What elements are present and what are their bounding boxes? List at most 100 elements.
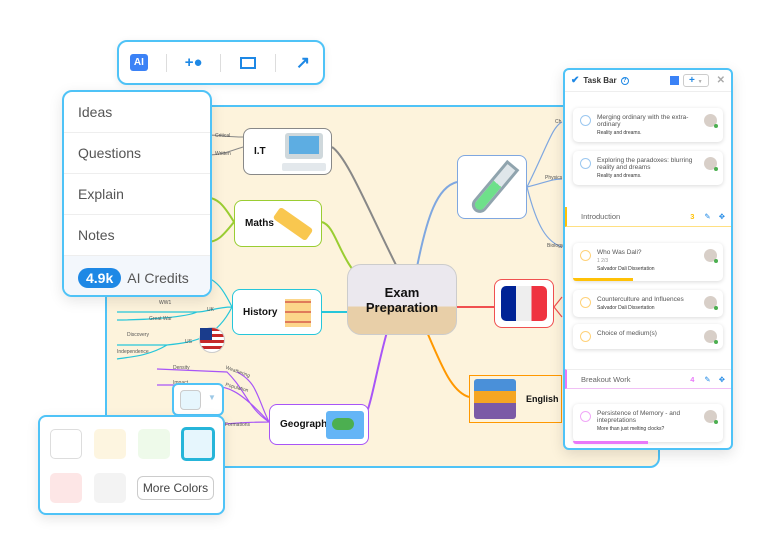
task-check-icon[interactable] xyxy=(580,158,591,169)
avatar xyxy=(704,157,718,171)
edit-icon[interactable]: ✎ xyxy=(704,375,710,384)
section-count: 4 xyxy=(690,374,695,384)
branch-label: WW1 xyxy=(159,300,172,306)
color-dropdown[interactable]: ▼ xyxy=(172,383,224,416)
help-icon[interactable]: ? xyxy=(620,76,629,85)
section-breakout-work[interactable]: Breakout Work 4 ✎ ✥ xyxy=(565,369,731,389)
chevron-down-icon: ▼ xyxy=(208,393,216,402)
color-swatch-pink[interactable] xyxy=(50,473,82,503)
task-card[interactable]: Who Was Dali? 1 2/3 Salvador Dali Disserta… xyxy=(573,243,723,281)
more-colors-button[interactable]: More Colors xyxy=(137,476,214,500)
node-history[interactable]: History xyxy=(232,289,322,335)
node-label: English xyxy=(526,394,559,404)
central-topic[interactable]: Exam Preparation xyxy=(347,264,457,335)
france-flag-icon xyxy=(501,286,547,321)
color-swatch-cream[interactable] xyxy=(94,429,126,459)
branch-label: Ch xyxy=(555,119,562,125)
color-palette: More Colors xyxy=(38,415,225,515)
avatar xyxy=(704,296,718,310)
task-card[interactable]: Choice of medium(s) xyxy=(573,324,723,349)
task-title: Counterculture and Influences xyxy=(597,296,684,303)
color-swatch-white[interactable] xyxy=(50,429,82,459)
node-it[interactable]: I.T xyxy=(243,128,332,175)
node-label: I.T xyxy=(254,146,266,157)
divider xyxy=(220,53,222,72)
node-geography[interactable]: Geography xyxy=(269,404,369,445)
ai-menu: Ideas Questions Explain Notes 4.9k AI Cr… xyxy=(62,90,212,297)
task-card[interactable]: Persistence of Memory - and intepretatio… xyxy=(573,404,723,442)
progress-bar xyxy=(573,441,648,444)
avatar xyxy=(704,410,718,424)
node-science[interactable] xyxy=(457,155,527,219)
task-meta: 1 2/3 xyxy=(597,258,609,264)
progress-bar xyxy=(573,278,633,281)
node-label: History xyxy=(243,306,278,318)
node-french[interactable] xyxy=(494,279,554,328)
task-check-icon[interactable] xyxy=(580,411,591,422)
branch-label: US xyxy=(185,339,192,345)
ai-button[interactable]: AI xyxy=(126,50,152,76)
task-subtitle: Reality and dreams. xyxy=(597,130,642,136)
menu-item-notes[interactable]: Notes xyxy=(64,215,210,256)
task-check-icon[interactable] xyxy=(580,115,591,126)
menu-item-ideas[interactable]: Ideas xyxy=(64,92,210,133)
presentation-icon xyxy=(240,56,257,69)
branch-label: UK xyxy=(207,307,214,313)
task-title: Exploring the paradoxes: blurring realit… xyxy=(597,157,693,171)
map-icon xyxy=(326,411,364,439)
menu-item-explain[interactable]: Explain xyxy=(64,174,210,215)
divider xyxy=(275,53,277,72)
task-title: Merging ordinary with the extra-ordinary xyxy=(597,114,689,128)
ai-icon: AI xyxy=(129,54,148,71)
task-check-icon[interactable] xyxy=(580,250,591,261)
central-topic-label: Exam Preparation xyxy=(365,284,439,315)
add-button[interactable]: + ▼ xyxy=(683,74,709,87)
qr-icon[interactable] xyxy=(670,76,680,85)
color-swatch-green[interactable] xyxy=(138,429,170,459)
edit-icon[interactable]: ✎ xyxy=(704,212,710,221)
task-card[interactable]: Merging ordinary with the extra-ordinary… xyxy=(573,108,723,142)
branch-label: Physics xyxy=(545,175,563,181)
books-icon xyxy=(474,379,516,419)
task-check-icon[interactable] xyxy=(580,331,591,342)
computer-icon xyxy=(282,133,326,171)
task-card[interactable]: Counterculture and Influences Salvador Da… xyxy=(573,290,723,317)
presentation-button[interactable] xyxy=(235,50,261,76)
section-title: Breakout Work xyxy=(581,374,631,384)
branch-label: Biology xyxy=(547,243,564,249)
menu-item-questions[interactable]: Questions xyxy=(64,133,210,174)
export-button[interactable]: ↗ xyxy=(290,50,316,76)
task-bar-title: Task Bar xyxy=(583,76,617,85)
node-maths[interactable]: Maths xyxy=(234,200,322,247)
task-title: Choice of medium(s) xyxy=(597,330,657,337)
task-check-icon[interactable] xyxy=(580,297,591,308)
ai-credits: 4.9k AI Credits xyxy=(64,256,210,295)
task-card[interactable]: Exploring the paradoxes: blurring realit… xyxy=(573,151,723,185)
branch-label: Density xyxy=(173,365,190,371)
color-swatch-gray[interactable] xyxy=(94,473,126,503)
section-title: Introduction xyxy=(581,212,621,221)
close-icon[interactable]: ✕ xyxy=(717,75,725,86)
task-bar-panel: ✔ Task Bar ? + ▼ ✕ Merging ordinary with… xyxy=(563,68,733,450)
color-swatch-blue[interactable] xyxy=(181,427,215,461)
node-english[interactable]: English xyxy=(469,375,562,423)
task-subtitle: Salvador Dali Dissertation xyxy=(597,266,655,272)
divider xyxy=(165,53,167,72)
node-label: Maths xyxy=(245,218,274,229)
avatar xyxy=(704,249,718,263)
export-icon: ↗ xyxy=(295,52,311,72)
avatar xyxy=(704,114,718,128)
task-subtitle: More than just melting clocks? xyxy=(597,426,665,432)
floating-toolbar: AI +● ↗ xyxy=(117,40,325,85)
us-flag-icon xyxy=(199,327,225,353)
scroll-icon xyxy=(281,293,315,333)
ruler-icon xyxy=(272,206,314,242)
move-icon[interactable]: ✥ xyxy=(719,212,725,221)
branch-label: Critical xyxy=(215,133,231,139)
credits-label: AI Credits xyxy=(127,270,189,286)
section-introduction[interactable]: Introduction 3 ✎ ✥ xyxy=(565,207,731,227)
move-icon[interactable]: ✥ xyxy=(719,375,725,384)
credits-badge: 4.9k xyxy=(78,268,122,288)
add-user-button[interactable]: +● xyxy=(181,50,207,76)
section-count: 3 xyxy=(690,212,695,221)
